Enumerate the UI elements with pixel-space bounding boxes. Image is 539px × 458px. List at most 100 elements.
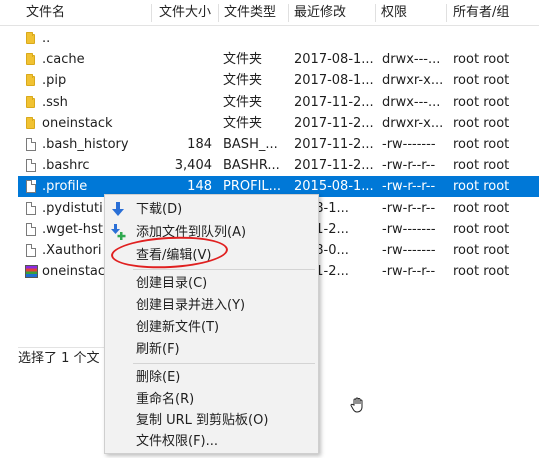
menu-item-create-file[interactable]: 创建新文件(T) [105,316,318,339]
column-permissions[interactable]: 权限 [381,0,441,26]
file-owner: root root [453,221,510,237]
table-row[interactable]: .. [18,28,539,49]
file-owner: root root [453,115,510,131]
file-permissions: -rw-r--r-- [382,158,436,174]
file-modified: 2017-08-1... [294,73,374,89]
file-permissions [382,28,446,49]
menu-label: 创建目录并进入(Y) [136,298,246,313]
file-size: 3,404 [174,158,212,174]
file-icon [24,201,38,216]
menu-separator [133,269,315,270]
file-size [154,70,212,91]
file-permissions: drwxr-x... [382,73,444,89]
table-row[interactable]: oneinstack 文件夹 2017-11-2... drwxr-x... root … [18,113,539,134]
menu-label: 删除(E) [136,370,181,385]
file-size: 184 [187,137,212,152]
file-modified: 2017-11-2... [294,137,374,152]
menu-item-copy-url[interactable]: 复制 URL 到剪贴板(O) [105,409,318,432]
menu-item-create-directory[interactable]: 创建目录(C) [105,272,318,295]
file-permissions: -rw-r--r-- [382,264,436,280]
file-owner: root root [453,158,510,174]
file-modified: 2017-11-2... [294,158,374,174]
table-row[interactable]: .pip 文件夹 2017-08-1... drwxr-x... root root [18,70,539,91]
file-modified: 2017-11-2... [294,94,374,110]
download-arrow-icon [112,202,124,216]
file-owner: root root [453,200,510,216]
file-icon [24,222,38,237]
file-modified: 2017-11-2... [294,115,374,131]
file-permissions: drwxr-x... [382,115,444,131]
column-divider[interactable] [288,4,289,22]
table-row[interactable]: .cache 文件夹 2017-08-1... drwx---... root root [18,49,539,70]
menu-label: 重命名(R) [136,392,195,407]
context-menu: 下载(D) 添加文件到队列(A) 查看/编辑(V) 创建目录(C) 创建目录并进… [104,194,319,454]
file-name: .pip [42,73,67,89]
file-permissions: -rw------- [382,243,436,258]
file-permissions: -rw-r--r-- [382,179,436,195]
file-size [154,49,212,70]
column-size[interactable]: 文件大小 [159,0,217,26]
column-divider[interactable] [218,4,219,22]
file-name: .ssh [42,94,68,110]
menu-label: 复制 URL 到剪贴板(O) [136,413,269,428]
file-type [223,28,285,49]
file-name: .cache [42,52,85,68]
menu-item-delete[interactable]: 删除(E) [105,366,318,389]
file-permissions: -rw------- [382,221,436,237]
file-size [154,92,212,113]
column-name[interactable]: 文件名 [26,0,146,26]
menu-label: 文件权限(F)... [136,434,219,449]
file-permissions: drwx---... [382,52,441,68]
column-divider[interactable] [446,4,447,22]
menu-item-file-permissions[interactable]: 文件权限(F)... [105,430,318,453]
file-owner: root root [453,179,510,195]
file-owner: root root [453,243,510,258]
column-divider[interactable] [151,4,152,22]
file-owner: root root [453,137,510,152]
folder-icon [24,116,38,131]
file-modified: 2017-08-1... [294,52,374,68]
file-owner: root root [453,52,510,68]
file-size [154,28,212,49]
folder-icon [24,31,38,46]
column-divider[interactable] [375,4,376,22]
column-owner[interactable]: 所有者/组 [453,0,533,26]
file-owner: root root [453,264,510,280]
file-icon [24,179,38,194]
file-type: 文件夹 [223,94,263,110]
file-name: .bashrc [42,158,90,174]
menu-label: 下载(D) [136,202,183,217]
file-modified [294,28,376,49]
file-permissions: -rw------- [382,137,436,152]
table-row[interactable]: .bash_history 184 BASH_... 2017-11-2... -rw-… [18,134,539,155]
file-owner: root root [453,94,510,110]
file-owner [453,28,533,49]
file-permissions: drwx---... [382,94,441,110]
table-row[interactable]: .ssh 文件夹 2017-11-2... drwx---... root root [18,92,539,113]
menu-separator [133,363,315,364]
menu-item-refresh[interactable]: 刷新(F) [105,338,318,361]
file-owner: root root [453,73,510,89]
column-type[interactable]: 文件类型 [224,0,286,26]
file-icon [24,158,38,173]
status-bar: 选择了 1 个文 [18,347,118,369]
menu-label: 创建新文件(T) [136,320,220,335]
column-modified[interactable]: 最近修改 [294,0,374,26]
add-queue-icon [111,224,126,240]
file-permissions: -rw-r--r-- [382,200,436,216]
file-icon [24,243,38,258]
file-name: oneinstack [42,115,113,131]
file-type: 文件夹 [223,115,263,131]
file-type: BASHR... [223,158,280,174]
folder-icon [24,73,38,88]
folder-icon [24,52,38,67]
menu-label: 刷新(F) [136,342,180,357]
menu-item-create-directory-enter[interactable]: 创建目录并进入(Y) [105,294,318,317]
menu-item-download[interactable]: 下载(D) [105,198,318,221]
file-type: BASH_... [223,137,278,152]
table-row[interactable]: .bashrc 3,404 BASHR... 2017-11-2... -rw-r--r… [18,155,539,176]
menu-item-rename[interactable]: 重命名(R) [105,388,318,411]
file-icon [24,137,38,152]
archive-icon [24,264,38,279]
column-header: 文件名 文件大小 文件类型 最近修改 权限 所有者/组 [0,0,539,26]
